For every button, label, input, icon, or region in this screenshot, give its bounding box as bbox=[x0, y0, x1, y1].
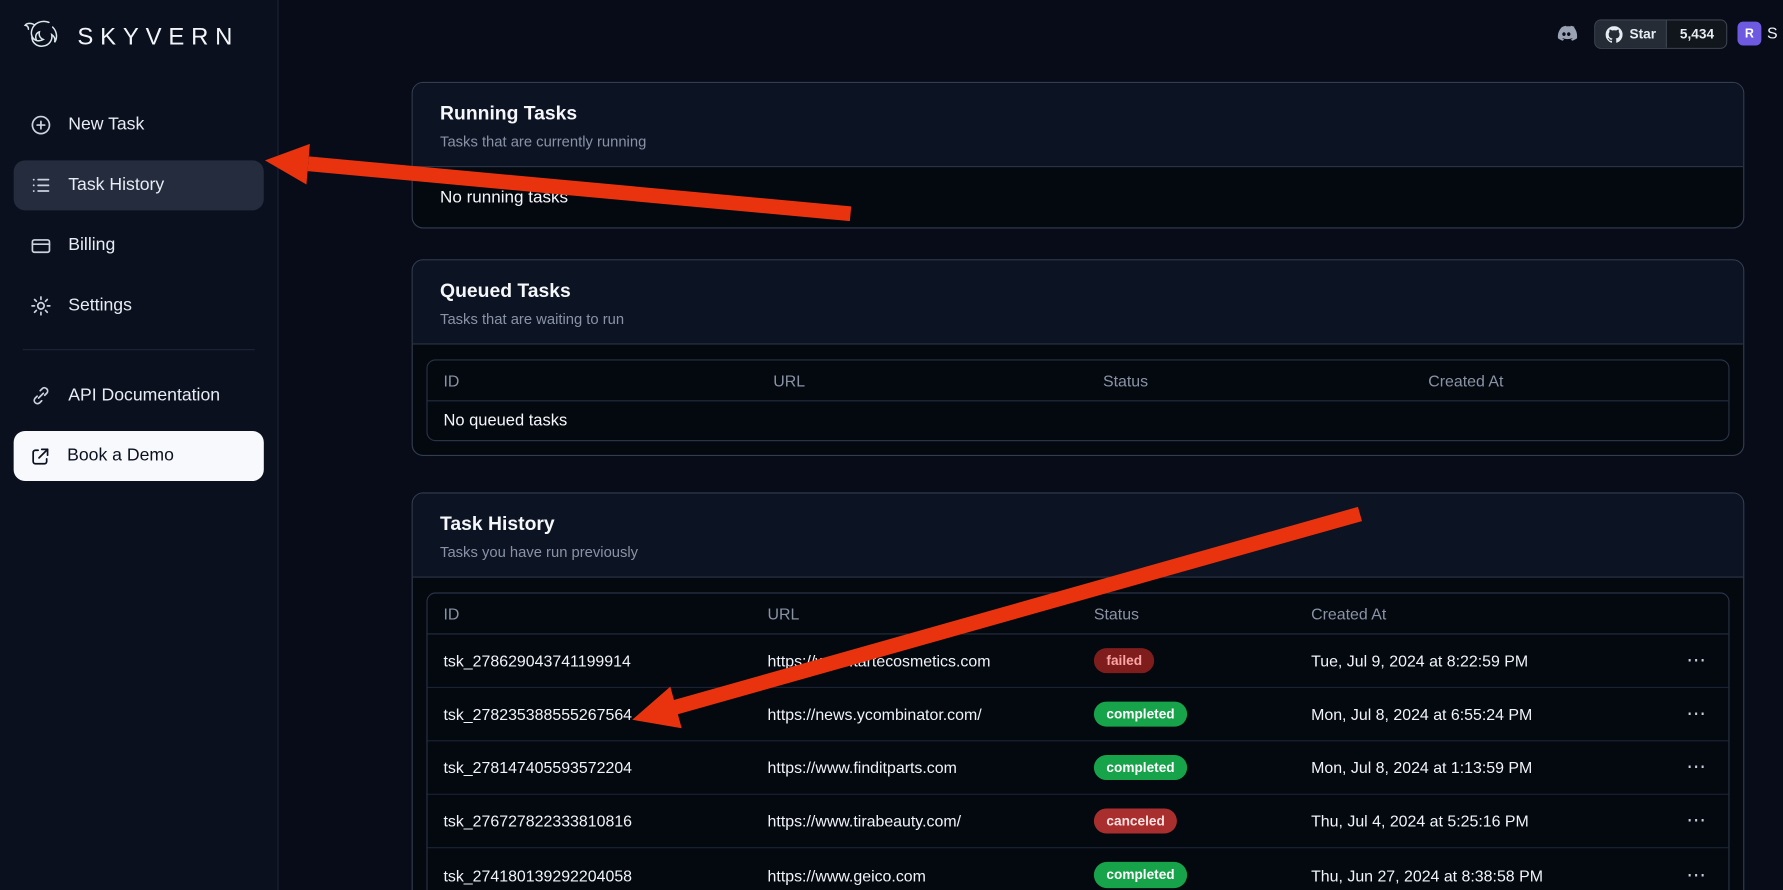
sidebar-nav: New Task Task History Billing bbox=[0, 71, 277, 481]
sidebar-item-label: Book a Demo bbox=[67, 446, 174, 466]
task-row[interactable]: tsk_278629043741199914 https://www.tarte… bbox=[428, 635, 1729, 688]
user-avatar[interactable]: R bbox=[1737, 22, 1761, 46]
column-header-created: Created At bbox=[1428, 371, 1712, 389]
card-title: Queued Tasks bbox=[440, 280, 1716, 303]
card-subtitle: Tasks you have run previously bbox=[440, 544, 1716, 561]
task-row[interactable]: tsk_276727822333810816 https://www.tirab… bbox=[428, 795, 1729, 848]
sidebar-item-label: Task History bbox=[68, 175, 164, 195]
task-id: tsk_278147405593572204 bbox=[443, 758, 767, 776]
book-a-demo-button[interactable]: Book a Demo bbox=[14, 431, 264, 481]
sidebar-item-label: API Documentation bbox=[68, 385, 220, 405]
status-badge: completed bbox=[1094, 862, 1187, 887]
task-created-at: Thu, Jul 4, 2024 at 5:25:16 PM bbox=[1311, 812, 1658, 830]
brand-wordmark: SKYVERN bbox=[77, 24, 239, 51]
table-header-row: ID URL Status Created At bbox=[428, 594, 1729, 635]
task-url: https://www.tartecosmetics.com bbox=[768, 652, 1094, 670]
column-header-url: URL bbox=[773, 371, 1103, 389]
task-url: https://news.ycombinator.com/ bbox=[768, 705, 1094, 723]
task-row[interactable]: tsk_278235388555267564 https://news.ycom… bbox=[428, 688, 1729, 741]
sidebar-item-label: Settings bbox=[68, 296, 132, 316]
brand-logo[interactable]: SKYVERN bbox=[0, 0, 277, 71]
queued-tasks-card: Queued Tasks Tasks that are waiting to r… bbox=[412, 259, 1745, 456]
running-tasks-empty-state: No running tasks bbox=[413, 167, 1743, 227]
credit-card-icon bbox=[30, 234, 53, 257]
column-header-url: URL bbox=[768, 604, 1094, 622]
card-subtitle: Tasks that are currently running bbox=[440, 133, 1716, 150]
queued-tasks-header: Queued Tasks Tasks that are waiting to r… bbox=[413, 260, 1743, 344]
column-header-id: ID bbox=[443, 371, 773, 389]
task-row[interactable]: tsk_278147405593572204 https://www.findi… bbox=[428, 741, 1729, 794]
column-header-status: Status bbox=[1103, 371, 1428, 389]
sidebar-item-settings[interactable]: Settings bbox=[14, 281, 264, 331]
task-id: tsk_276727822333810816 bbox=[443, 812, 767, 830]
column-header-status: Status bbox=[1094, 604, 1311, 622]
row-actions-button[interactable]: ⋯ bbox=[1679, 807, 1712, 834]
sidebar-item-new-task[interactable]: New Task bbox=[14, 100, 264, 150]
github-octocat-icon bbox=[1606, 26, 1623, 43]
task-history-header: Task History Tasks you have run previous… bbox=[413, 494, 1743, 578]
github-star-count: 5,434 bbox=[1667, 20, 1726, 47]
list-icon bbox=[30, 174, 53, 197]
status-badge: failed bbox=[1094, 648, 1155, 673]
column-header-id: ID bbox=[443, 604, 767, 622]
sidebar: SKYVERN New Task Task History bbox=[0, 0, 279, 890]
task-created-at: Mon, Jul 8, 2024 at 1:13:59 PM bbox=[1311, 758, 1658, 776]
card-title: Running Tasks bbox=[440, 102, 1716, 125]
sidebar-item-billing[interactable]: Billing bbox=[14, 221, 264, 271]
sidebar-item-api-documentation[interactable]: API Documentation bbox=[14, 371, 264, 421]
task-id: tsk_278629043741199914 bbox=[443, 652, 767, 670]
task-created-at: Tue, Jul 9, 2024 at 8:22:59 PM bbox=[1311, 652, 1658, 670]
status-badge: completed bbox=[1094, 701, 1187, 726]
row-actions-button[interactable]: ⋯ bbox=[1679, 861, 1712, 888]
row-actions-button[interactable]: ⋯ bbox=[1679, 754, 1712, 781]
task-created-at: Thu, Jun 27, 2024 at 8:38:58 PM bbox=[1311, 866, 1658, 884]
username-partial: S bbox=[1767, 24, 1778, 42]
queued-tasks-table: ID URL Status Created At No queued tasks bbox=[426, 359, 1729, 441]
github-star-button[interactable]: Star 5,434 bbox=[1594, 19, 1727, 49]
row-actions-button[interactable]: ⋯ bbox=[1679, 700, 1712, 727]
sidebar-item-label: Billing bbox=[68, 235, 115, 255]
status-badge: canceled bbox=[1094, 808, 1177, 833]
app-window: SKYVERN New Task Task History bbox=[0, 0, 1783, 890]
avatar-initial: R bbox=[1745, 27, 1754, 41]
task-url: https://www.geico.com bbox=[768, 866, 1094, 884]
gear-icon bbox=[30, 295, 53, 318]
running-tasks-header: Running Tasks Tasks that are currently r… bbox=[413, 83, 1743, 167]
skyvern-dragon-icon bbox=[20, 16, 65, 59]
row-actions-button[interactable]: ⋯ bbox=[1679, 647, 1712, 674]
task-history-table: ID URL Status Created At tsk_27862904374… bbox=[426, 592, 1729, 890]
task-url: https://www.finditparts.com bbox=[768, 758, 1094, 776]
plus-circle-icon bbox=[30, 114, 53, 137]
task-created-at: Mon, Jul 8, 2024 at 6:55:24 PM bbox=[1311, 705, 1658, 723]
github-star-segment: Star bbox=[1595, 20, 1667, 47]
running-tasks-card: Running Tasks Tasks that are currently r… bbox=[412, 82, 1745, 229]
queued-tasks-empty-state: No queued tasks bbox=[428, 401, 1729, 440]
card-subtitle: Tasks that are waiting to run bbox=[440, 310, 1716, 327]
task-url: https://www.tirabeauty.com/ bbox=[768, 812, 1094, 830]
column-header-created: Created At bbox=[1311, 604, 1658, 622]
github-star-label: Star bbox=[1629, 26, 1656, 42]
card-title: Task History bbox=[440, 513, 1716, 536]
table-header-row: ID URL Status Created At bbox=[428, 360, 1729, 401]
status-badge: completed bbox=[1094, 755, 1187, 780]
sidebar-item-label: New Task bbox=[68, 115, 144, 135]
task-row[interactable]: tsk_274180139292204058 https://www.geico… bbox=[428, 848, 1729, 890]
sidebar-divider bbox=[23, 349, 255, 350]
task-history-card: Task History Tasks you have run previous… bbox=[412, 492, 1745, 890]
discord-icon[interactable] bbox=[1551, 20, 1582, 53]
link-icon bbox=[30, 384, 53, 407]
task-id: tsk_274180139292204058 bbox=[443, 866, 767, 884]
external-link-icon bbox=[30, 445, 52, 467]
sidebar-item-task-history[interactable]: Task History bbox=[14, 160, 264, 210]
task-id: tsk_278235388555267564 bbox=[443, 705, 767, 723]
